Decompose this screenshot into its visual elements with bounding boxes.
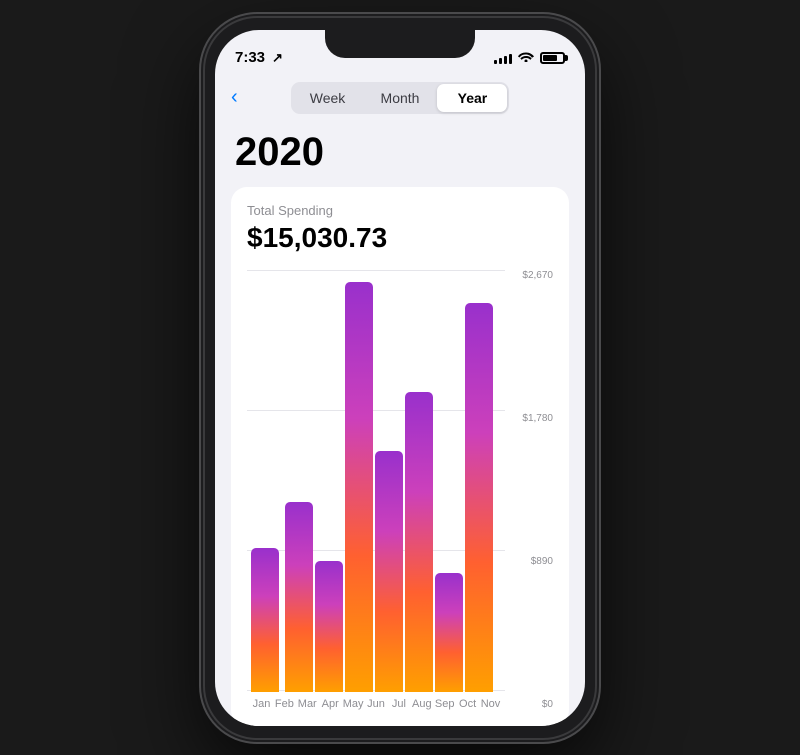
x-label-may: May	[343, 698, 364, 710]
segment-week[interactable]: Week	[293, 84, 363, 112]
x-label-oct: Oct	[457, 698, 478, 710]
bar-group-jan	[251, 270, 279, 692]
chart-grid	[247, 270, 505, 692]
main-content: ‹ Week Month Year 2020 Total Spending $1…	[215, 74, 585, 726]
bar-jul[interactable]	[405, 392, 433, 692]
bar-sep[interactable]	[465, 303, 493, 691]
signal-bars	[494, 52, 512, 64]
bar-group-oct	[495, 270, 497, 692]
bar-group-aug	[435, 270, 463, 692]
notch	[325, 30, 475, 58]
battery-icon	[540, 52, 565, 64]
bar-jan[interactable]	[251, 548, 279, 691]
year-title: 2020	[215, 126, 585, 187]
x-label-aug: Aug	[411, 698, 432, 710]
signal-bar-4	[509, 54, 512, 64]
x-label-jul: Jul	[388, 698, 409, 710]
signal-bar-3	[504, 56, 507, 64]
status-time: 7:33 ↗	[235, 49, 283, 66]
bar-group-feb	[281, 270, 283, 692]
nav-area: ‹ Week Month Year	[215, 74, 585, 126]
x-label-mar: Mar	[297, 698, 318, 710]
y-axis: $2,670 $1,780 $890 $0	[505, 270, 553, 710]
bar-group-may	[345, 270, 373, 692]
x-label-feb: Feb	[274, 698, 295, 710]
segment-control: Week Month Year	[291, 82, 510, 114]
wifi-icon	[518, 50, 534, 65]
bar-group-nov	[499, 270, 501, 692]
y-label-bottom: $0	[542, 699, 553, 710]
bar-mar[interactable]	[285, 502, 313, 692]
phone-screen: 7:33 ↗	[215, 30, 585, 726]
battery-fill	[543, 55, 557, 61]
x-label-jan: Jan	[251, 698, 272, 710]
segment-month[interactable]: Month	[365, 84, 436, 112]
bar-group-mar	[285, 270, 313, 692]
x-label-nov: Nov	[480, 698, 501, 710]
bar-jun[interactable]	[375, 451, 403, 692]
chart-amount: $15,030.73	[247, 222, 553, 254]
chart-label: Total Spending	[247, 203, 553, 218]
signal-bar-2	[499, 58, 502, 64]
y-label-2: $1,780	[522, 413, 553, 424]
location-icon: ↗	[272, 50, 283, 66]
bar-group-apr	[315, 270, 343, 692]
time-display: 7:33	[235, 49, 265, 66]
x-axis: JanFebMarAprMayJunJulAugSepOctNov	[247, 692, 505, 710]
bar-apr[interactable]	[315, 561, 343, 692]
x-label-sep: Sep	[434, 698, 455, 710]
chart-content: JanFebMarAprMayJunJulAugSepOctNov	[247, 270, 505, 710]
x-label-jun: Jun	[366, 698, 387, 710]
segment-year[interactable]: Year	[437, 84, 507, 112]
phone-frame: 7:33 ↗	[205, 18, 595, 738]
back-button[interactable]: ‹	[231, 86, 238, 109]
bar-group-jun	[375, 270, 403, 692]
x-label-apr: Apr	[320, 698, 341, 710]
status-icons	[494, 50, 565, 65]
y-label-top: $2,670	[522, 270, 553, 281]
chart-card: Total Spending $15,030.73	[231, 187, 569, 726]
chart-area: JanFebMarAprMayJunJulAugSepOctNov $2,670…	[247, 270, 553, 710]
bar-aug[interactable]	[435, 573, 463, 691]
bar-may[interactable]	[345, 282, 373, 691]
bars-container	[247, 270, 505, 692]
signal-bar-1	[494, 60, 497, 64]
bar-group-jul	[405, 270, 433, 692]
y-label-3: $890	[531, 556, 553, 567]
bar-group-sep	[465, 270, 493, 692]
